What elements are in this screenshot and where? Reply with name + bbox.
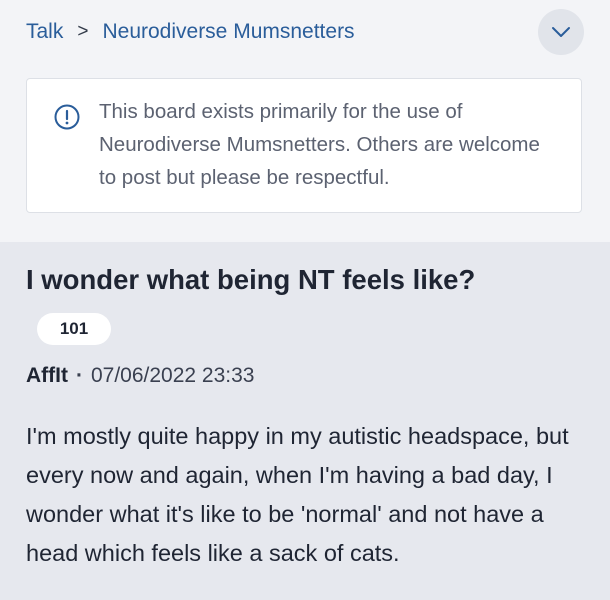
expand-button[interactable] [538,9,584,55]
breadcrumb: Talk > Neurodiverse Mumsnetters [26,17,355,47]
chevron-down-icon [552,27,570,37]
breadcrumb-talk-link[interactable]: Talk [26,20,63,44]
reply-count-badge: 101 [37,313,111,345]
board-notice: This board exists primarily for the use … [26,78,582,213]
notice-text: This board exists primarily for the use … [99,100,540,189]
breadcrumb-board-link[interactable]: Neurodiverse Mumsnetters [102,20,354,44]
post-body: I'm mostly quite happy in my autistic he… [26,423,569,566]
board-header: Talk > Neurodiverse Mumsnetters This boa… [0,0,610,242]
post-meta: AffIt · 07/06/2022 23:33 [26,364,254,388]
info-icon [54,104,80,130]
meta-separator: · [75,364,83,387]
breadcrumb-separator: > [77,21,89,42]
post-author[interactable]: AffIt [26,364,68,388]
post-timestamp: 07/06/2022 23:33 [90,364,255,387]
thread-title: I wonder what being NT feels like? [26,264,476,295]
